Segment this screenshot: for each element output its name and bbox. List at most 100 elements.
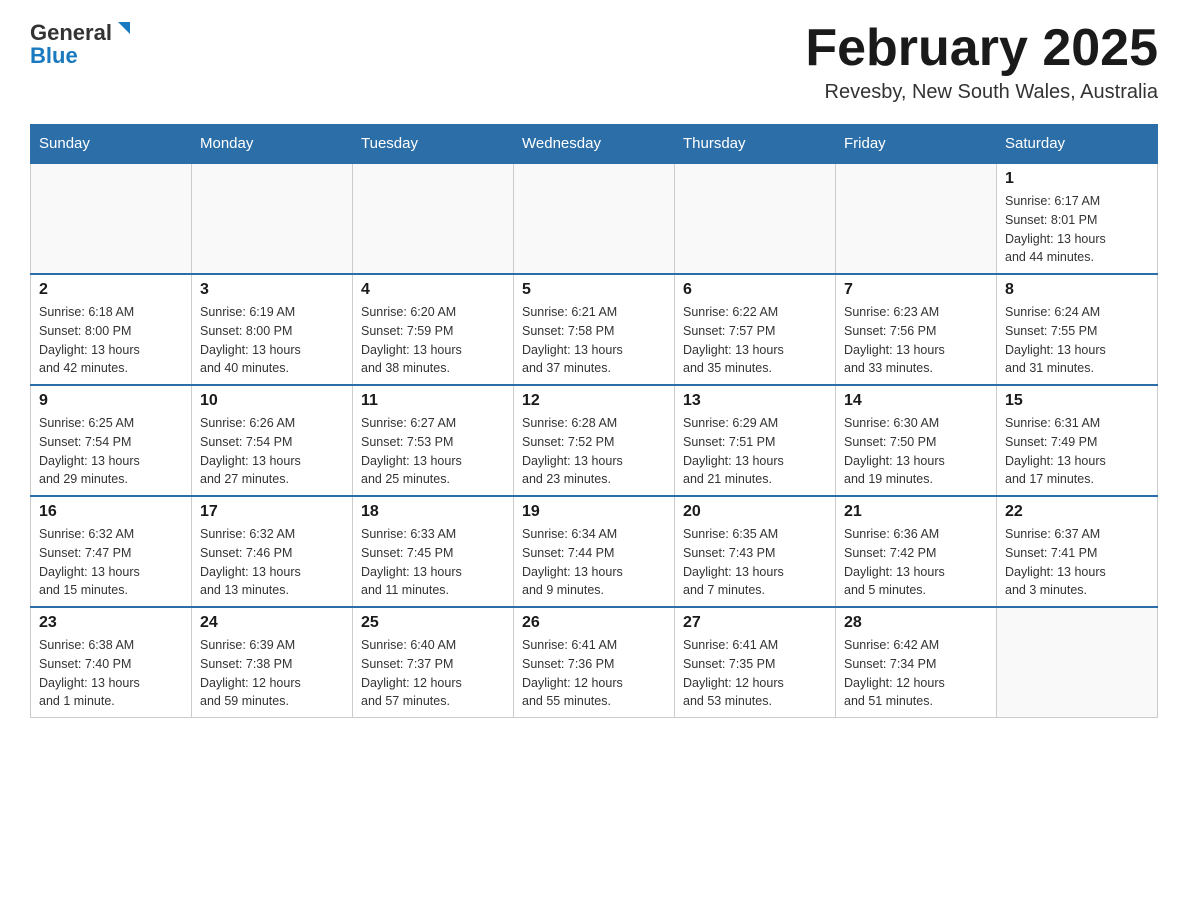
day-number: 12 (522, 392, 666, 410)
calendar-cell: 14Sunrise: 6:30 AM Sunset: 7:50 PM Dayli… (836, 385, 997, 496)
day-number: 20 (683, 503, 827, 521)
day-info: Sunrise: 6:41 AM Sunset: 7:35 PM Dayligh… (683, 636, 827, 711)
day-number: 24 (200, 614, 344, 632)
month-title: February 2025 (805, 20, 1158, 77)
calendar-cell: 26 Sunrise: 6:41 AM Sunset: 7:36 PM Dayli… (514, 607, 675, 718)
calendar-cell: 9 Sunrise: 6:25 AM Sunset: 7:54 PM Daylig… (31, 385, 192, 496)
day-info: Sunrise: 6:23 AM Sunset: 7:56 PM Dayligh… (844, 303, 988, 378)
day-number: 25 (361, 614, 505, 632)
day-number: 22 (1005, 503, 1149, 521)
day-info: Sunrise: 6:32 AM Sunset: 7:47 PM Dayligh… (39, 525, 183, 600)
day-info: Sunrise: 6:31 AM Sunset: 7:49 PM Dayligh… (1005, 414, 1149, 489)
weekday-header-saturday: Saturday (997, 125, 1158, 164)
calendar-cell: 27 Sunrise: 6:41 AM Sunset: 7:35 PM Dayli… (675, 607, 836, 718)
day-number: 21 (844, 503, 988, 521)
calendar-cell: 6 Sunrise: 6:22 AM Sunset: 7:57 PM Daylig… (675, 274, 836, 385)
day-number: 26 (522, 614, 666, 632)
calendar-cell: 20 Sunrise: 6:35 AM Sunset: 7:43 PM Dayli… (675, 496, 836, 607)
calendar-cell: 24 Sunrise: 6:39 AM Sunset: 7:38 PM Dayli… (192, 607, 353, 718)
day-number: 2 (39, 281, 183, 299)
calendar-cell: 10Sunrise: 6:26 AM Sunset: 7:54 PM Dayli… (192, 385, 353, 496)
week-row-4: 16Sunrise: 6:32 AM Sunset: 7:47 PM Dayli… (31, 496, 1158, 607)
day-info: Sunrise: 6:33 AM Sunset: 7:45 PM Dayligh… (361, 525, 505, 600)
calendar-cell (514, 163, 675, 274)
day-info: Sunrise: 6:28 AM Sunset: 7:52 PM Dayligh… (522, 414, 666, 489)
calendar-cell (192, 163, 353, 274)
calendar-cell: 11 Sunrise: 6:27 AM Sunset: 7:53 PM Dayli… (353, 385, 514, 496)
calendar-cell (31, 163, 192, 274)
page-header: General Blue February 2025 Revesby, New … (30, 20, 1158, 104)
calendar-cell (353, 163, 514, 274)
day-info: Sunrise: 6:40 AM Sunset: 7:37 PM Dayligh… (361, 636, 505, 711)
day-info: Sunrise: 6:17 AM Sunset: 8:01 PM Dayligh… (1005, 192, 1149, 267)
day-info: Sunrise: 6:42 AM Sunset: 7:34 PM Dayligh… (844, 636, 988, 711)
calendar-cell: 7 Sunrise: 6:23 AM Sunset: 7:56 PM Daylig… (836, 274, 997, 385)
calendar-cell: 3Sunrise: 6:19 AM Sunset: 8:00 PM Daylig… (192, 274, 353, 385)
day-number: 23 (39, 614, 183, 632)
weekday-header-friday: Friday (836, 125, 997, 164)
calendar-table: SundayMondayTuesdayWednesdayThursdayFrid… (30, 124, 1158, 718)
calendar-cell: 18 Sunrise: 6:33 AM Sunset: 7:45 PM Dayli… (353, 496, 514, 607)
day-number: 1 (1005, 170, 1149, 188)
day-info: Sunrise: 6:22 AM Sunset: 7:57 PM Dayligh… (683, 303, 827, 378)
weekday-header-row: SundayMondayTuesdayWednesdayThursdayFrid… (31, 125, 1158, 164)
day-info: Sunrise: 6:34 AM Sunset: 7:44 PM Dayligh… (522, 525, 666, 600)
calendar-cell: 5 Sunrise: 6:21 AM Sunset: 7:58 PM Daylig… (514, 274, 675, 385)
calendar-cell (997, 607, 1158, 718)
day-number: 9 (39, 392, 183, 410)
day-number: 11 (361, 392, 505, 410)
logo-general-text: General (30, 22, 112, 44)
day-info: Sunrise: 6:21 AM Sunset: 7:58 PM Dayligh… (522, 303, 666, 378)
week-row-5: 23 Sunrise: 6:38 AM Sunset: 7:40 PM Dayli… (31, 607, 1158, 718)
day-info: Sunrise: 6:29 AM Sunset: 7:51 PM Dayligh… (683, 414, 827, 489)
week-row-2: 2 Sunrise: 6:18 AM Sunset: 8:00 PM Daylig… (31, 274, 1158, 385)
calendar-cell: 23 Sunrise: 6:38 AM Sunset: 7:40 PM Dayli… (31, 607, 192, 718)
day-info: Sunrise: 6:36 AM Sunset: 7:42 PM Dayligh… (844, 525, 988, 600)
day-info: Sunrise: 6:35 AM Sunset: 7:43 PM Dayligh… (683, 525, 827, 600)
day-number: 18 (361, 503, 505, 521)
day-number: 17 (200, 503, 344, 521)
day-info: Sunrise: 6:30 AM Sunset: 7:50 PM Dayligh… (844, 414, 988, 489)
day-number: 15 (1005, 392, 1149, 410)
day-number: 28 (844, 614, 988, 632)
day-info: Sunrise: 6:37 AM Sunset: 7:41 PM Dayligh… (1005, 525, 1149, 600)
week-row-3: 9 Sunrise: 6:25 AM Sunset: 7:54 PM Daylig… (31, 385, 1158, 496)
calendar-cell (836, 163, 997, 274)
weekday-header-tuesday: Tuesday (353, 125, 514, 164)
day-info: Sunrise: 6:32 AM Sunset: 7:46 PM Dayligh… (200, 525, 344, 600)
day-info: Sunrise: 6:18 AM Sunset: 8:00 PM Dayligh… (39, 303, 183, 378)
day-info: Sunrise: 6:38 AM Sunset: 7:40 PM Dayligh… (39, 636, 183, 711)
calendar-cell: 12 Sunrise: 6:28 AM Sunset: 7:52 PM Dayli… (514, 385, 675, 496)
day-number: 5 (522, 281, 666, 299)
calendar-cell: 17 Sunrise: 6:32 AM Sunset: 7:46 PM Dayli… (192, 496, 353, 607)
week-row-1: 1 Sunrise: 6:17 AM Sunset: 8:01 PM Daylig… (31, 163, 1158, 274)
calendar-cell: 15 Sunrise: 6:31 AM Sunset: 7:49 PM Dayli… (997, 385, 1158, 496)
day-number: 4 (361, 281, 505, 299)
calendar-cell: 2 Sunrise: 6:18 AM Sunset: 8:00 PM Daylig… (31, 274, 192, 385)
day-number: 13 (683, 392, 827, 410)
day-number: 7 (844, 281, 988, 299)
day-info: Sunrise: 6:27 AM Sunset: 7:53 PM Dayligh… (361, 414, 505, 489)
calendar-cell (675, 163, 836, 274)
day-number: 27 (683, 614, 827, 632)
calendar-cell: 1 Sunrise: 6:17 AM Sunset: 8:01 PM Daylig… (997, 163, 1158, 274)
location-text: Revesby, New South Wales, Australia (805, 81, 1158, 104)
logo-blue-text: Blue (30, 45, 78, 67)
day-info: Sunrise: 6:20 AM Sunset: 7:59 PM Dayligh… (361, 303, 505, 378)
day-info: Sunrise: 6:25 AM Sunset: 7:54 PM Dayligh… (39, 414, 183, 489)
weekday-header-thursday: Thursday (675, 125, 836, 164)
day-info: Sunrise: 6:41 AM Sunset: 7:36 PM Dayligh… (522, 636, 666, 711)
title-block: February 2025 Revesby, New South Wales, … (805, 20, 1158, 104)
calendar-cell: 22 Sunrise: 6:37 AM Sunset: 7:41 PM Dayli… (997, 496, 1158, 607)
calendar-cell: 21 Sunrise: 6:36 AM Sunset: 7:42 PM Dayli… (836, 496, 997, 607)
day-info: Sunrise: 6:39 AM Sunset: 7:38 PM Dayligh… (200, 636, 344, 711)
calendar-cell: 13 Sunrise: 6:29 AM Sunset: 7:51 PM Dayli… (675, 385, 836, 496)
weekday-header-monday: Monday (192, 125, 353, 164)
calendar-cell: 19Sunrise: 6:34 AM Sunset: 7:44 PM Dayli… (514, 496, 675, 607)
day-number: 6 (683, 281, 827, 299)
logo: General Blue (30, 20, 134, 67)
calendar-cell: 28 Sunrise: 6:42 AM Sunset: 7:34 PM Dayli… (836, 607, 997, 718)
calendar-cell: 4 Sunrise: 6:20 AM Sunset: 7:59 PM Daylig… (353, 274, 514, 385)
day-number: 8 (1005, 281, 1149, 299)
day-number: 10 (200, 392, 344, 410)
